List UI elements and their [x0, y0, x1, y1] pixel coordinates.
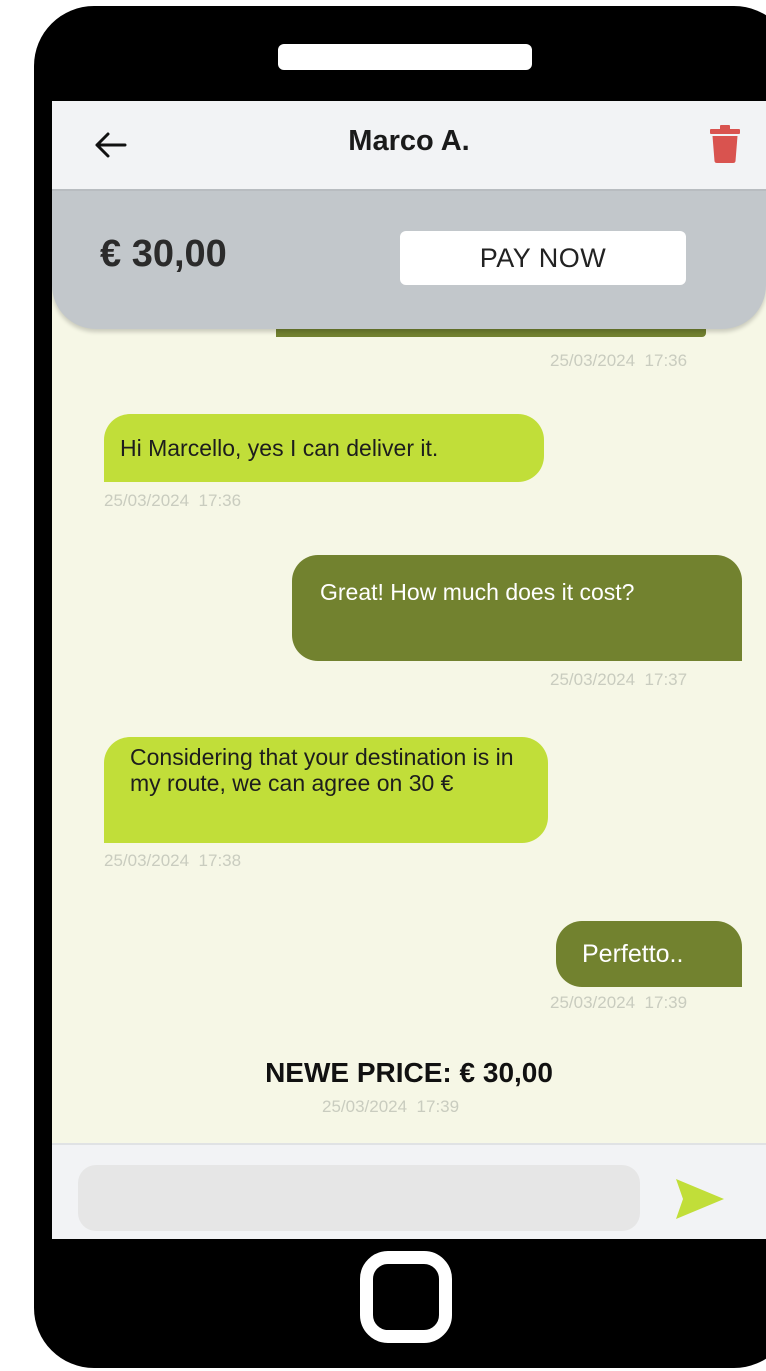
message-bubble-outgoing: Great! How much does it cost? [292, 555, 742, 661]
message-bubble-outgoing: Perfetto.. [556, 921, 742, 987]
back-button[interactable] [86, 121, 134, 169]
message-timestamp: 25/03/2024 17:36 [104, 491, 242, 510]
message-timestamp: 25/03/2024 17:38 [104, 851, 242, 870]
message-bubble-incoming: Considering that your destination is in … [104, 737, 548, 843]
contact-name: Marco A. [348, 125, 470, 157]
chat-screen: Marco A. € 30,00 PAY NOW 25/03/2024 17:3… [52, 101, 766, 1239]
message-timestamp: 25/03/2024 17:36 [550, 351, 688, 370]
send-button[interactable] [672, 1175, 728, 1223]
delete-chat-button[interactable] [700, 119, 750, 169]
message-bubble-incoming: Hi Marcello, yes I can deliver it. [104, 414, 544, 482]
payment-amount: € 30,00 [100, 233, 227, 275]
message-composer [52, 1143, 766, 1239]
home-button[interactable] [360, 1251, 452, 1343]
message-timestamp: 25/03/2024 17:39 [322, 1097, 460, 1116]
message-timestamp: 25/03/2024 17:39 [550, 993, 688, 1012]
message-timestamp: 25/03/2024 17:37 [550, 670, 688, 689]
message-input[interactable] [78, 1165, 640, 1231]
pay-now-button[interactable]: PAY NOW [400, 231, 686, 285]
send-arrow-icon [676, 1179, 724, 1219]
phone-speaker [278, 44, 532, 70]
payment-banner: € 30,00 PAY NOW [52, 191, 766, 329]
chat-header: Marco A. [52, 101, 766, 191]
arrow-left-icon [95, 132, 127, 158]
price-update-message: NEWE PRICE: € 30,00 [265, 1057, 553, 1088]
trash-icon [710, 125, 740, 163]
phone-frame: Marco A. € 30,00 PAY NOW 25/03/2024 17:3… [34, 6, 766, 1368]
